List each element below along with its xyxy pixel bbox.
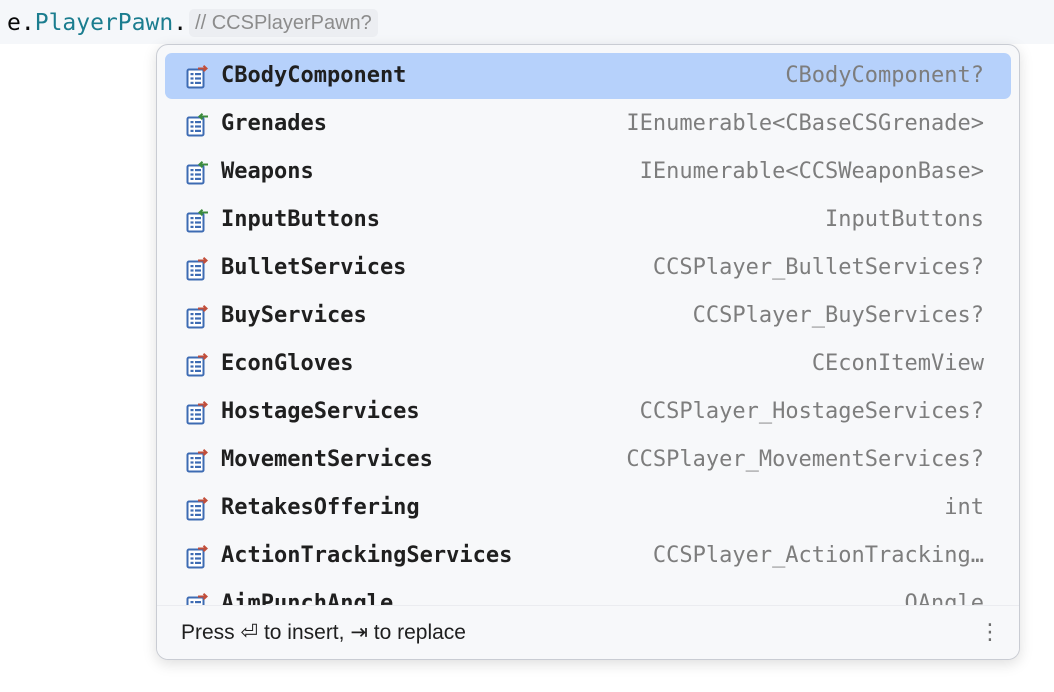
completion-item[interactable]: BulletServices CCSPlayer_BulletServices? (165, 245, 1011, 291)
completion-item-type: InputButtons (825, 207, 984, 232)
property-icon (186, 497, 208, 521)
code-receiver: e (7, 10, 21, 36)
property-icon (186, 257, 208, 281)
property-icon (186, 545, 208, 569)
property-icon (186, 353, 208, 377)
completion-item-name: RetakesOffering (221, 495, 420, 520)
editor-line[interactable]: e.PlayerPawn.// CCSPlayerPawn? (0, 0, 1054, 44)
code-trailing-dot: . (173, 10, 188, 36)
completion-item-type: IEnumerable<CCSWeaponBase> (639, 159, 984, 184)
completion-item-type: CCSPlayer_ActionTracking… (652, 543, 984, 568)
property-icon (186, 449, 208, 473)
completion-item-name: CBodyComponent (221, 63, 407, 88)
completion-item-type: int (944, 495, 984, 520)
property-getter-icon (186, 113, 208, 137)
completion-item-name: HostageServices (221, 399, 420, 424)
completion-item[interactable]: MovementServices CCSPlayer_MovementServic… (165, 437, 1011, 483)
property-icon (186, 401, 208, 425)
completion-item[interactable]: BuyServices CCSPlayer_BuyServices? (165, 293, 1011, 339)
code-dot: . (20, 10, 35, 36)
completion-item-type: CCSPlayer_BulletServices? (652, 255, 984, 280)
more-options-icon[interactable]: ⋮ (979, 619, 1001, 647)
completion-item-name: ActionTrackingServices (221, 543, 513, 568)
completion-item-type: IEnumerable<CBaseCSGrenade> (626, 111, 984, 136)
property-icon (186, 593, 208, 605)
completion-list[interactable]: CBodyComponent CBodyComponent? Grenades IEn… (157, 53, 1019, 605)
completion-item-type: QAngle (904, 591, 984, 605)
completion-popup: CBodyComponent CBodyComponent? Grenades IEn… (156, 44, 1020, 660)
completion-item[interactable]: Grenades IEnumerable<CBaseCSGrenade> (165, 101, 1011, 147)
completion-footer: Press ⏎ to insert, ⇥ to replace ⋮ (157, 605, 1019, 659)
completion-item[interactable]: AimPunchAngle QAngle (165, 581, 1011, 605)
completion-item-name: BuyServices (221, 303, 367, 328)
completion-item[interactable]: EconGloves CEconItemView (165, 341, 1011, 387)
completion-item-name: Weapons (221, 159, 314, 184)
completion-item-name: Grenades (221, 111, 327, 136)
completion-item[interactable]: ActionTrackingServices CCSPlayer_ActionTr… (165, 533, 1011, 579)
completion-item-type: CCSPlayer_BuyServices? (692, 303, 984, 328)
completion-item[interactable]: CBodyComponent CBodyComponent? (165, 53, 1011, 99)
property-icon (186, 305, 208, 329)
completion-item-name: BulletServices (221, 255, 407, 280)
completion-item-type: CEconItemView (811, 351, 984, 376)
completion-item[interactable]: RetakesOffering int (165, 485, 1011, 531)
completion-item-name: AimPunchAngle (221, 591, 394, 605)
property-getter-icon (186, 209, 208, 233)
property-icon (186, 65, 208, 89)
footer-hint: Press ⏎ to insert, ⇥ to replace (181, 621, 466, 644)
code-property: PlayerPawn (34, 10, 174, 36)
completion-item[interactable]: InputButtons InputButtons (165, 197, 1011, 243)
completion-item-type: CCSPlayer_HostageServices? (639, 399, 984, 424)
completion-item[interactable]: Weapons IEnumerable<CCSWeaponBase> (165, 149, 1011, 195)
completion-item-type: CBodyComponent? (785, 63, 984, 88)
completion-item-name: EconGloves (221, 351, 354, 376)
code-text[interactable]: e.PlayerPawn.// CCSPlayerPawn? (7, 9, 378, 37)
completion-item-name: MovementServices (221, 447, 433, 472)
completion-item-name: InputButtons (221, 207, 380, 232)
type-inlay-hint: // CCSPlayerPawn? (189, 9, 378, 37)
completion-item-type: CCSPlayer_MovementServices? (626, 447, 984, 472)
completion-item[interactable]: HostageServices CCSPlayer_HostageServices… (165, 389, 1011, 435)
property-getter-icon (186, 161, 208, 185)
